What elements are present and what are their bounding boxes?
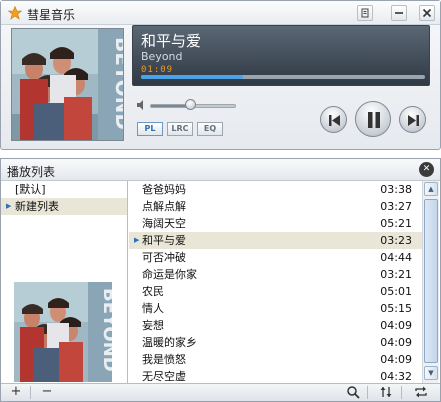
equalizer-toggle-button[interactable]: EQ: [197, 122, 223, 136]
track-row[interactable]: 海阔天空 05:21: [129, 215, 422, 232]
volume-icon[interactable]: [137, 100, 147, 110]
previous-icon: [329, 115, 340, 126]
playlist-header: 播放列表 ✕: [1, 159, 440, 181]
track-name: 妄想: [142, 319, 164, 332]
track-row[interactable]: 可否冲破 04:44: [129, 249, 422, 266]
now-playing-display: 和平与爱 Beyond 01:09: [132, 25, 430, 86]
playlist-album-art: BEYOND: [14, 282, 112, 382]
track-duration: 03:21: [380, 268, 412, 281]
album-cover[interactable]: BEYOND: [11, 28, 124, 141]
next-icon: [408, 115, 419, 126]
track-row[interactable]: 农民 05:01: [129, 283, 422, 300]
playlist-title: 播放列表: [7, 165, 56, 179]
track-scrollbar[interactable]: ▲ ▼: [422, 181, 439, 383]
toolbar-divider: [30, 386, 31, 399]
progress-bar[interactable]: [141, 75, 425, 79]
now-playing-arrow-icon: ▶: [134, 236, 140, 244]
track-row[interactable]: 情人 05:15: [129, 300, 422, 317]
track-name: 农民: [142, 285, 164, 298]
scroll-thumb[interactable]: [424, 199, 438, 363]
track-duration: 03:38: [380, 183, 412, 196]
track-row[interactable]: 爸爸妈妈 03:38: [129, 181, 422, 198]
app-star-icon: [8, 6, 22, 20]
lyrics-toggle-button[interactable]: LRC: [167, 122, 193, 136]
track-duration: 05:15: [380, 302, 412, 315]
player-window: 彗星音乐 BEYOND 和平与爱 Beyond 01:09 PL LRC EQ: [0, 0, 441, 150]
track-name: 情人: [142, 302, 164, 315]
minimize-icon[interactable]: [391, 5, 407, 21]
track-duration: 04:09: [380, 353, 412, 366]
pause-button[interactable]: [355, 101, 391, 137]
track-list: 爸爸妈妈 03:38 点解点解 03:27 海阔天空 05:21 ▶ 和平与爱 03:23 可否冲…: [129, 181, 422, 383]
track-row[interactable]: ▶ 和平与爱 03:23: [129, 232, 422, 249]
scroll-up-icon[interactable]: ▲: [424, 182, 438, 196]
track-duration: 03:23: [380, 234, 412, 247]
progress-fill: [141, 75, 243, 79]
toolbar-divider: [401, 386, 402, 399]
track-duration: 05:21: [380, 217, 412, 230]
close-icon[interactable]: [419, 5, 435, 21]
track-name: 点解点解: [142, 200, 186, 213]
track-row[interactable]: 妄想 04:09: [129, 317, 422, 334]
playlist-toggle-button[interactable]: PL: [137, 122, 163, 136]
selected-arrow-icon: ▶: [6, 202, 12, 210]
track-row[interactable]: 我是愤怒 04:09: [129, 351, 422, 368]
track-duration: 04:09: [380, 319, 412, 332]
track-name: 我是愤怒: [142, 353, 186, 366]
scroll-down-icon[interactable]: ▼: [424, 366, 438, 380]
artist-name: Beyond: [141, 50, 183, 63]
playlist-close-icon[interactable]: ✕: [419, 162, 434, 177]
playlist-toolbar: + −: [1, 383, 440, 401]
track-duration: 05:01: [380, 285, 412, 298]
track-name: 命运是你家: [142, 268, 197, 281]
pause-icon: [368, 112, 380, 128]
track-duration: 04:32: [380, 370, 412, 383]
song-title: 和平与爱: [141, 32, 202, 50]
sort-icon[interactable]: [377, 385, 395, 400]
track-name: 和平与爱: [142, 234, 186, 247]
track-duration: 04:09: [380, 336, 412, 349]
volume-knob[interactable]: [185, 99, 196, 110]
track-row[interactable]: 温暖的家乡 04:09: [129, 334, 422, 351]
track-name: 海阔天空: [142, 217, 186, 230]
track-name: 无尽空虚: [142, 370, 186, 383]
track-duration: 03:27: [380, 200, 412, 213]
elapsed-time: 01:09: [141, 65, 174, 75]
track-row[interactable]: 无尽空虚 04:32: [129, 368, 422, 383]
track-row[interactable]: 点解点解 03:27: [129, 198, 422, 215]
track-name: 可否冲破: [142, 251, 186, 264]
add-button[interactable]: +: [7, 385, 25, 400]
repeat-icon[interactable]: [412, 385, 430, 400]
search-icon[interactable]: [344, 385, 362, 400]
band-logo: BEYOND: [99, 288, 112, 372]
previous-button[interactable]: [320, 106, 347, 133]
track-name: 爸爸妈妈: [142, 183, 186, 196]
list-item-new-list[interactable]: ▶ 新建列表: [1, 198, 127, 215]
menu-icon[interactable]: [357, 5, 373, 21]
app-title: 彗星音乐: [27, 8, 76, 22]
track-row[interactable]: 命运是你家 03:21: [129, 266, 422, 283]
track-duration: 04:44: [380, 251, 412, 264]
next-button[interactable]: [399, 106, 426, 133]
list-item-label: 新建列表: [15, 200, 59, 213]
remove-button[interactable]: −: [38, 385, 56, 400]
toolbar-divider: [367, 386, 368, 399]
list-item-label: [默认]: [15, 183, 46, 196]
band-logo: BEYOND: [111, 37, 124, 130]
title-bar[interactable]: 彗星音乐: [1, 1, 440, 25]
track-name: 温暖的家乡: [142, 336, 197, 349]
list-item-default[interactable]: [默认]: [1, 181, 127, 198]
